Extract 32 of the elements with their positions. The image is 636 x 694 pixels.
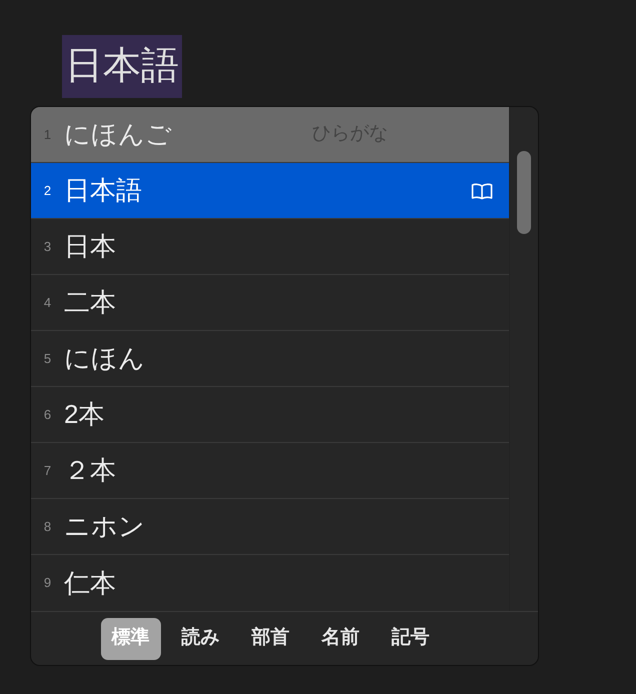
candidate-number: 5 xyxy=(42,350,52,368)
scrollbar-thumb[interactable] xyxy=(517,151,531,234)
candidate-row[interactable]: 7 ２本 xyxy=(31,443,509,499)
category-tab[interactable]: 名前 xyxy=(310,618,370,660)
candidate-number: 9 xyxy=(42,574,52,592)
candidate-text: 日本 xyxy=(64,230,116,263)
candidate-number: 4 xyxy=(42,294,52,312)
candidate-row[interactable]: 8 ニホン xyxy=(31,499,509,555)
candidate-text: 二本 xyxy=(64,286,116,319)
candidate-row[interactable]: 6 2本 xyxy=(31,387,509,443)
candidate-row[interactable]: 4 二本 xyxy=(31,275,509,331)
candidate-number: 2 xyxy=(42,182,52,200)
candidate-number: 7 xyxy=(42,462,52,480)
candidate-row[interactable]: 3 日本 xyxy=(31,219,509,275)
candidate-text: 日本語 xyxy=(64,174,142,207)
candidate-text: 2本 xyxy=(64,398,104,431)
category-tab[interactable]: 部首 xyxy=(240,618,300,660)
candidate-text: ２本 xyxy=(64,454,116,487)
candidate-number: 6 xyxy=(42,406,52,424)
candidate-row[interactable]: 5 にほん xyxy=(31,331,509,387)
composition-text: 日本語 xyxy=(62,35,182,98)
category-tab[interactable]: 記号 xyxy=(380,618,440,660)
candidate-number: 8 xyxy=(42,518,52,536)
candidate-text: 仁本 xyxy=(64,566,116,600)
candidate-text: ニホン xyxy=(64,510,145,543)
book-icon xyxy=(471,182,493,200)
candidate-row[interactable]: 9 仁本 xyxy=(31,555,509,611)
category-tab[interactable]: 読み xyxy=(170,618,230,660)
candidate-text: にほん xyxy=(64,342,145,375)
candidate-number: 3 xyxy=(42,238,52,256)
candidate-row[interactable]: 2 日本語 xyxy=(31,163,509,219)
candidate-text: にほんご xyxy=(64,118,172,151)
